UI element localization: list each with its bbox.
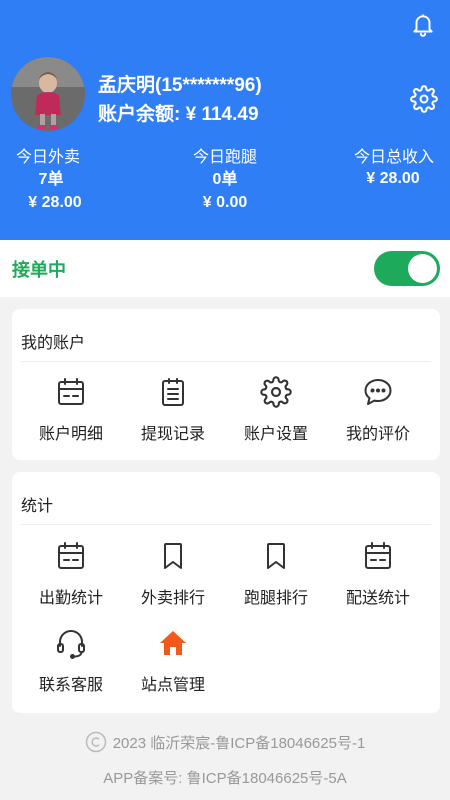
account-details-button[interactable]: 账户明细 [20, 376, 122, 444]
clipboard-icon [162, 378, 184, 406]
stat-count: 7单 [38, 171, 64, 188]
section-title: 统计 [21, 498, 54, 515]
calendar-icon [58, 542, 84, 569]
headset-icon [57, 630, 85, 659]
copyright-footer: 2023 临沂荣宸-鲁ICP备18046625号-1 [0, 731, 450, 753]
grid-label: 我的评价 [345, 426, 410, 443]
divider [21, 524, 431, 525]
grid-label: 账户明细 [38, 426, 103, 443]
balance-label: 账户余额: [98, 104, 181, 125]
stat-count: 0单 [212, 171, 238, 188]
grid-label: 站点管理 [140, 677, 205, 694]
bookmark-icon [267, 543, 285, 569]
user-name: 孟庆明(15*******96) [98, 75, 262, 96]
grid-label: 提现记录 [140, 426, 205, 443]
stat-today-errand[interactable]: 今日跑腿 0单 ¥ 0.00 [150, 148, 300, 214]
account-settings-button[interactable]: 账户设置 [225, 376, 327, 444]
station-management-button[interactable]: 站点管理 [122, 627, 224, 695]
grid-label: 外卖排行 [140, 590, 205, 607]
section-title: 我的账户 [21, 335, 86, 352]
contact-support-button[interactable]: 联系客服 [20, 627, 122, 695]
app-record-footer: APP备案号: 鲁ICP备18046625号-5A [103, 770, 347, 787]
divider [21, 361, 431, 362]
stat-today-total-income[interactable]: 今日总收入 ¥ 28.00 [300, 148, 450, 190]
delivery-stats-button[interactable]: 配送统计 [327, 540, 429, 608]
accept-orders-toggle[interactable] [374, 251, 440, 286]
withdrawal-records-button[interactable]: 提现记录 [122, 376, 224, 444]
grid-label: 出勤统计 [38, 590, 103, 607]
copyright-text: 2023 临沂荣宸-鲁ICP备18046625号-1 [112, 735, 366, 752]
grid-label: 账户设置 [243, 426, 308, 443]
my-reviews-button[interactable]: 我的评价 [327, 376, 429, 444]
home-icon [160, 631, 186, 655]
order-status-label: 接单中 [12, 260, 66, 280]
gear-icon [260, 376, 292, 408]
account-balance: 账户余额: ¥ 114.49 [98, 99, 259, 126]
errand-ranking-button[interactable]: 跑腿排行 [225, 540, 327, 608]
chat-bubble-icon [364, 379, 392, 405]
stat-today-takeout[interactable]: 今日外卖 7单 ¥ 28.00 [0, 148, 150, 214]
settings-gear-icon[interactable] [410, 85, 438, 113]
stat-label: 今日跑腿 [192, 149, 257, 166]
profile-header: 孟庆明(15*******96) 账户余额: ¥ 114.49 今日外卖 7单 … [0, 0, 450, 240]
stat-label: 今日总收入 [353, 149, 434, 166]
copyright-icon [85, 731, 106, 753]
attendance-stats-button[interactable]: 出勤统计 [20, 540, 122, 608]
grid-label: 跑腿排行 [243, 590, 308, 607]
stat-amount: ¥ 28.00 [366, 170, 420, 187]
bookmark-icon [164, 543, 182, 569]
order-status-bar: 接单中 [0, 240, 450, 297]
calendar-icon [58, 378, 84, 405]
stat-label: 今日外卖 [16, 149, 81, 166]
calendar-icon [365, 542, 391, 569]
balance-value: ¥ 114.49 [185, 104, 259, 125]
bell-icon[interactable] [410, 12, 436, 38]
stat-amount: ¥ 28.00 [28, 194, 82, 211]
avatar[interactable] [11, 57, 85, 131]
statistics-card: 统计 出勤统计 外卖排行 跑腿排行 配送统计 联系客服 站点管理 [12, 472, 440, 713]
my-account-card: 我的账户 账户明细 提现记录 账户设置 我的评价 [12, 309, 440, 460]
takeout-ranking-button[interactable]: 外卖排行 [122, 540, 224, 608]
stat-amount: ¥ 0.00 [202, 194, 248, 211]
grid-label: 配送统计 [345, 590, 410, 607]
grid-label: 联系客服 [38, 677, 103, 694]
toggle-knob [408, 254, 437, 283]
